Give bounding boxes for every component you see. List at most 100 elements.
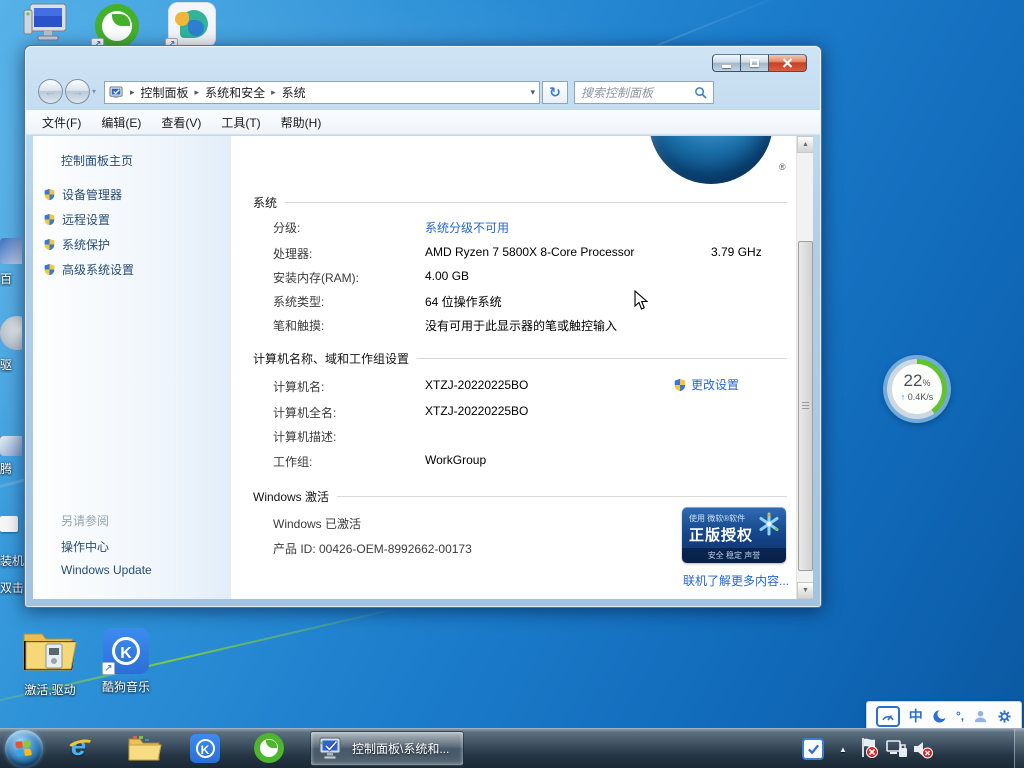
genuine-badge-line1: 使用 微软®软件 bbox=[689, 513, 745, 524]
rating-unavailable-link[interactable]: 系统分级不可用 bbox=[425, 219, 509, 236]
windows-logo bbox=[649, 136, 773, 184]
sidebar: 控制面板主页 设备管理器 远程设置 系统保护 高级系统设置 另请参阅 bbox=[33, 136, 231, 599]
checkmark-icon bbox=[807, 743, 820, 755]
address-dropdown-icon[interactable]: ▾ bbox=[530, 87, 535, 98]
row-label: 安装内存(RAM): bbox=[273, 269, 359, 286]
maximize-button[interactable] bbox=[741, 54, 768, 72]
navigation-bar: ← → ▾ ▸ 控制面板 ▸ 系统和安全 ▸ 系统 ▾ ↻ bbox=[26, 75, 820, 110]
speedball-progress-ring: 22% ↑ 0.4K/s bbox=[887, 359, 947, 419]
breadcrumb-system[interactable]: 系统 bbox=[282, 84, 306, 101]
registered-mark: ® bbox=[779, 162, 786, 172]
refresh-button[interactable]: ↻ bbox=[542, 81, 568, 104]
sidebar-home-link[interactable]: 控制面板主页 bbox=[61, 152, 133, 169]
sidebar-item-remote-settings[interactable]: 远程设置 bbox=[43, 211, 110, 228]
refresh-icon: ↻ bbox=[549, 84, 561, 101]
network-status-icon[interactable] bbox=[886, 738, 908, 760]
ime-user-icon[interactable] bbox=[973, 709, 988, 724]
ime-logo-button[interactable] bbox=[876, 706, 900, 727]
menu-help[interactable]: 帮助(H) bbox=[281, 114, 322, 131]
learn-more-link[interactable]: 联机了解更多内容... bbox=[683, 572, 789, 589]
row-label: 处理器: bbox=[273, 245, 312, 262]
folder-icon bbox=[22, 626, 78, 674]
row-label: 分级: bbox=[273, 219, 300, 236]
breadcrumb-separator-icon: ▸ bbox=[189, 87, 206, 98]
show-desktop-button[interactable] bbox=[1014, 729, 1024, 768]
volume-muted-icon[interactable] bbox=[912, 738, 934, 760]
task-button-control-panel[interactable]: 控制面板\系统和... bbox=[310, 731, 464, 766]
genuine-star-icon bbox=[756, 511, 782, 537]
ime-language-bar: 中 °, bbox=[866, 701, 1022, 731]
menu-tools[interactable]: 工具(T) bbox=[221, 114, 260, 131]
tray-app-icon[interactable] bbox=[802, 738, 824, 760]
sidebar-item-system-protection[interactable]: 系统保护 bbox=[43, 236, 110, 253]
desktop-icon-fragment[interactable]: 百 bbox=[0, 238, 22, 288]
history-dropdown-icon[interactable]: ▾ bbox=[92, 87, 96, 96]
window-content: 控制面板主页 设备管理器 远程设置 系统保护 高级系统设置 另请参阅 bbox=[33, 136, 813, 599]
system-page-icon bbox=[109, 86, 124, 100]
processor-value: AMD Ryzen 7 5800X 8-Core Processor bbox=[425, 245, 634, 259]
sidebar-item-windows-update[interactable]: Windows Update bbox=[61, 563, 152, 577]
shortcut-arrow-icon: ↗ bbox=[102, 662, 115, 675]
forward-button[interactable]: → bbox=[65, 79, 90, 104]
taskbar-360-button[interactable] bbox=[252, 732, 286, 764]
menu-file[interactable]: 文件(F) bbox=[42, 114, 81, 131]
computer-fullname-value: XTZJ-20220225BO bbox=[425, 404, 528, 418]
scroll-up-button[interactable]: ▲ bbox=[797, 136, 813, 153]
desktop-icon-360-browser[interactable]: ↗ bbox=[92, 4, 142, 48]
desktop-icon-activate-driver[interactable]: 激活,驱动 bbox=[10, 626, 90, 696]
sidebar-item-advanced-settings[interactable]: 高级系统设置 bbox=[43, 261, 134, 278]
desktop-icon-fragment[interactable]: 装机 双击安装 bbox=[0, 516, 24, 606]
back-button[interactable]: ← bbox=[38, 79, 63, 104]
genuine-badge[interactable]: 使用 微软®软件 正版授权 安全 稳定 声誉 bbox=[682, 507, 786, 563]
speedball-percent: 22 bbox=[904, 371, 923, 390]
taskbar-kugou-button[interactable]: K bbox=[190, 734, 220, 763]
vertical-scrollbar[interactable]: ▲ ▼ bbox=[796, 136, 813, 599]
section-computer-header: 计算机名称、域和工作组设置 bbox=[253, 350, 787, 367]
ime-settings-gear-icon[interactable] bbox=[997, 709, 1012, 724]
menu-view[interactable]: 查看(V) bbox=[161, 114, 201, 131]
search-icon[interactable] bbox=[694, 86, 707, 99]
desktop-icon-kugou[interactable]: K ↗ 酷狗音乐 bbox=[86, 628, 166, 698]
minimize-button[interactable] bbox=[712, 54, 741, 72]
close-icon bbox=[782, 58, 793, 68]
scroll-down-button[interactable]: ▼ bbox=[797, 582, 813, 599]
row-label: 工作组: bbox=[273, 453, 312, 470]
tray-expand-button[interactable]: ▲ bbox=[832, 738, 854, 760]
close-button[interactable] bbox=[768, 54, 807, 72]
section-system-header: 系统 bbox=[253, 194, 787, 211]
row-label: 计算机名: bbox=[273, 378, 324, 395]
windows-flag-icon bbox=[15, 740, 32, 757]
menu-bar: 文件(F) 编辑(E) 查看(V) 工具(T) 帮助(H) bbox=[26, 110, 820, 135]
breadcrumb-control-panel[interactable]: 控制面板 bbox=[141, 84, 189, 101]
processor-speed: 3.79 GHz bbox=[711, 245, 762, 259]
activation-status: Windows 已激活 bbox=[273, 515, 361, 532]
ime-punctuation-toggle[interactable]: °, bbox=[956, 709, 964, 723]
uac-shield-icon bbox=[43, 188, 56, 201]
speedball-widget[interactable]: 22% ↑ 0.4K/s bbox=[883, 355, 951, 423]
menu-edit[interactable]: 编辑(E) bbox=[101, 114, 141, 131]
breadcrumb-system-security[interactable]: 系统和安全 bbox=[205, 84, 265, 101]
desktop-icon-computer[interactable] bbox=[22, 2, 70, 44]
ram-value: 4.00 GB bbox=[425, 269, 469, 283]
computer-name-value: XTZJ-20220225BO bbox=[425, 378, 528, 392]
speedball-speed: 0.4K/s bbox=[908, 392, 934, 402]
ime-language-toggle[interactable]: 中 bbox=[909, 706, 923, 726]
sidebar-see-also-header: 另请参阅 bbox=[61, 512, 109, 529]
fragment-icon bbox=[0, 238, 22, 264]
desktop-icon-app[interactable]: ↗ bbox=[166, 2, 218, 48]
section-activation-header: Windows 激活 bbox=[253, 488, 787, 505]
sidebar-item-device-manager[interactable]: 设备管理器 bbox=[43, 186, 122, 203]
change-settings-link[interactable]: 更改设置 bbox=[673, 376, 739, 393]
app-icon-swirl-blue bbox=[188, 20, 204, 36]
search-box[interactable]: 搜索控制面板 bbox=[574, 81, 714, 104]
taskbar-ie-button[interactable]: e bbox=[64, 732, 100, 764]
ime-fullwidth-moon-icon[interactable] bbox=[932, 709, 947, 724]
desktop-icon-fragment[interactable]: 驱 bbox=[0, 316, 22, 374]
sidebar-item-action-center[interactable]: 操作中心 bbox=[61, 538, 109, 555]
scrollbar-thumb[interactable] bbox=[798, 241, 813, 571]
start-button[interactable] bbox=[5, 730, 43, 767]
taskbar-explorer-button[interactable] bbox=[126, 733, 162, 764]
action-center-flag-icon[interactable] bbox=[858, 737, 880, 759]
desktop-icon-fragment[interactable]: 腾 bbox=[0, 436, 22, 480]
address-bar[interactable]: ▸ 控制面板 ▸ 系统和安全 ▸ 系统 ▾ bbox=[104, 81, 540, 104]
